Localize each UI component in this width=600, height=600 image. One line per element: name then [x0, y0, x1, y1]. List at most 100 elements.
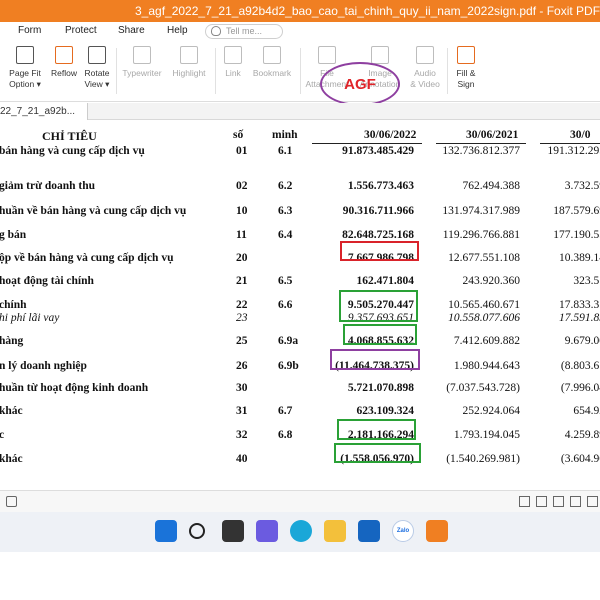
row-value-2021: 10.565.460.671	[448, 299, 520, 311]
row-code: 40	[236, 453, 248, 465]
row-code: 11	[236, 229, 247, 241]
row-code: 20	[236, 252, 248, 264]
highlight-icon	[180, 46, 198, 64]
row-value-2021: 1.793.194.045	[453, 429, 520, 441]
row-label: hàng	[0, 335, 24, 347]
row-label: huần từ hoạt động kinh doanh	[0, 382, 149, 394]
row-label: hoạt động tài chính	[0, 275, 94, 287]
row-value-2021: (7.037.543.728)	[446, 382, 520, 394]
zalo-label: Zalo	[396, 528, 410, 534]
agf-stamp-text: AGF	[344, 75, 376, 93]
row-code: 25	[236, 335, 248, 347]
pdf-page: CHỈ TIÊU số minh 30/06/2022 30/06/2021 3…	[0, 120, 600, 488]
option-label: Option ▾	[9, 79, 41, 89]
row-label: khác	[0, 453, 23, 465]
typewriter-button[interactable]: Typewriter	[120, 42, 164, 100]
menu-share[interactable]: Share	[118, 25, 145, 36]
row-value-2021: 762.494.388	[462, 180, 521, 192]
view-label: View ▾	[84, 79, 110, 89]
row-note: 6.3	[278, 205, 293, 217]
fill-label: Fill &	[456, 68, 476, 78]
row-value-2021: 252.924.064	[462, 405, 521, 417]
tell-me-search[interactable]: Tell me...	[205, 24, 283, 39]
file-attachment-icon	[318, 46, 336, 64]
mail-icon[interactable]	[358, 520, 380, 542]
row-note: 6.5	[278, 275, 293, 287]
row-value-col3: (7.996.04	[560, 382, 600, 394]
reflow-icon	[55, 46, 73, 64]
row-value-col3: (3.604.96	[560, 453, 600, 465]
bookmark-button[interactable]: Bookmark	[250, 42, 294, 100]
row-value-2021: (1.540.269.981)	[446, 453, 520, 465]
row-label: hi phí lãi vay	[0, 312, 60, 324]
audio-video-button[interactable]: Audio & Video	[403, 42, 447, 100]
bookmark-icon	[263, 46, 281, 64]
row-value-col3: 9.679.00	[564, 335, 600, 347]
row-code: 22	[236, 299, 248, 311]
windows-taskbar: Zalo	[0, 512, 600, 552]
row-note: 6.8	[278, 429, 293, 441]
page-fit-option-button[interactable]: Page Fit Option ▾	[3, 42, 47, 100]
highlight-box-red	[340, 241, 419, 261]
row-value-2021: 119.296.766.881	[442, 229, 520, 241]
row-value-col3: 10.389.14	[559, 252, 600, 264]
header-col-3: 30/0	[570, 129, 591, 141]
facing-page-icon[interactable]	[553, 496, 564, 507]
row-code: 02	[236, 180, 248, 192]
row-value-2022: 623.109.324	[356, 405, 415, 417]
rotate-icon	[88, 46, 106, 64]
header-underline	[312, 143, 422, 144]
ribbon-toolbar: Page Fit Option ▾ Reflow Rotate View ▾ T…	[0, 42, 600, 102]
foxit-icon[interactable]	[426, 520, 448, 542]
bookmark-label: Bookmark	[252, 68, 292, 78]
row-value-col3: 177.190.55	[553, 229, 600, 241]
row-value-2022: 91.873.485.429	[342, 145, 414, 157]
page-fit-label: Page Fit	[9, 68, 41, 78]
row-value-col3: 4.259.89	[564, 429, 600, 441]
menu-bar: Form Protect Share Help Tell me...	[0, 22, 600, 42]
split-view-icon[interactable]	[587, 496, 598, 507]
menu-form[interactable]: Form	[18, 25, 41, 36]
search-icon[interactable]	[189, 523, 205, 539]
header-col-2022: 30/06/2022	[364, 129, 417, 141]
header-col-2021: 30/06/2021	[466, 129, 519, 141]
menu-protect[interactable]: Protect	[65, 25, 97, 36]
chat-icon[interactable]	[256, 520, 278, 542]
row-label: n lý doanh nghiệp	[0, 360, 87, 372]
continuous-facing-icon[interactable]	[570, 496, 581, 507]
header-ma-so: số	[233, 129, 244, 141]
highlight-box-green	[337, 419, 416, 440]
windows-start-icon[interactable]	[155, 520, 177, 542]
document-tab[interactable]: 22_7_21_a92b...	[0, 103, 88, 120]
pages-panel-icon[interactable]	[6, 496, 17, 507]
highlight-box-green	[334, 443, 421, 463]
ribbon-separator	[300, 48, 301, 94]
edge-icon[interactable]	[290, 520, 312, 542]
row-value-2021: 132.736.812.377	[442, 145, 520, 157]
lightbulb-icon	[211, 26, 221, 36]
file-explorer-icon[interactable]	[324, 520, 346, 542]
link-button[interactable]: Link	[211, 42, 255, 100]
row-value-2022: 82.648.725.168	[342, 229, 414, 241]
highlight-button[interactable]: Highlight	[167, 42, 211, 100]
continuous-page-icon[interactable]	[536, 496, 547, 507]
row-note: 6.6	[278, 299, 293, 311]
row-value-2021: 131.974.317.989	[442, 205, 520, 217]
menu-help[interactable]: Help	[167, 25, 188, 36]
zalo-icon[interactable]: Zalo	[392, 520, 414, 542]
row-value-2022: 1.556.773.463	[347, 180, 414, 192]
row-label: khác	[0, 405, 23, 417]
agf-stamp: AGF	[320, 62, 400, 106]
fill-sign-button[interactable]: Fill & Sign	[444, 42, 488, 100]
row-code: 10	[236, 205, 248, 217]
rotate-view-button[interactable]: Rotate View ▾	[75, 42, 119, 100]
row-code: 26	[236, 360, 248, 372]
link-label: Link	[225, 68, 241, 78]
task-view-icon[interactable]	[222, 520, 244, 542]
header-underline	[540, 143, 600, 144]
row-value-col3: 17.833.37	[559, 299, 600, 311]
row-value-2022: 5.721.070.898	[347, 382, 414, 394]
single-page-icon[interactable]	[519, 496, 530, 507]
highlight-box-purple	[330, 349, 420, 370]
ribbon-separator	[116, 48, 117, 94]
